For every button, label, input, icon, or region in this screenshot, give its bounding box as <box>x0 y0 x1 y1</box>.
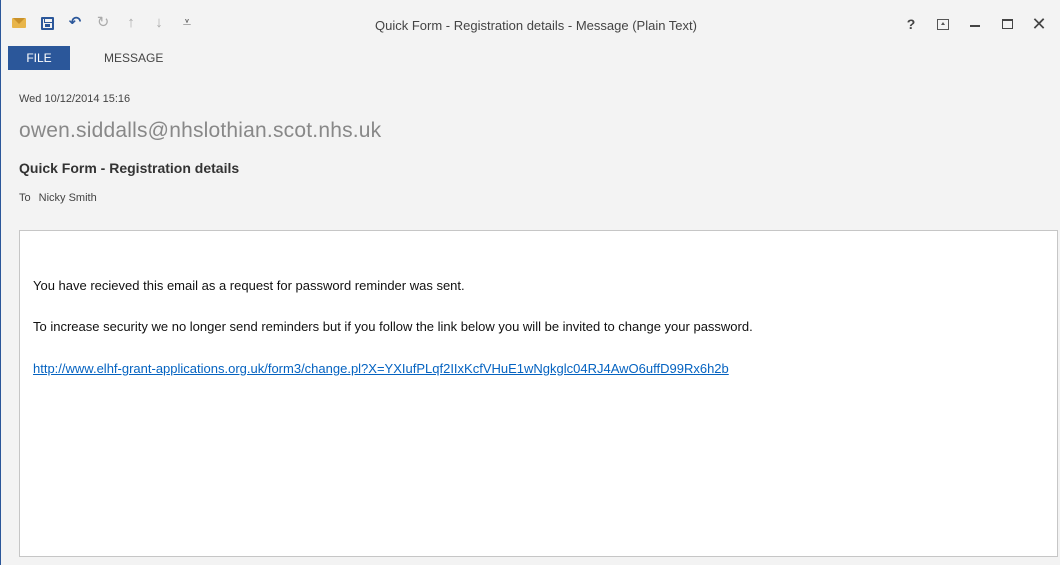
message-window: ↶ ↻ ↑ ↓ ⩡ Quick Form - Registration deta… <box>0 0 1060 565</box>
message-body[interactable]: You have recieved this email as a reques… <box>19 230 1058 557</box>
change-password-link[interactable]: http://www.elhf-grant-applications.org.u… <box>33 361 729 376</box>
minimize-icon <box>970 25 980 27</box>
sent-date: Wed 10/12/2014 15:16 <box>19 93 131 105</box>
to-label: To <box>19 192 31 204</box>
sender-address[interactable]: owen.siddalls@nhslothian.scot.nhs.uk <box>19 119 381 143</box>
body-paragraph: To increase security we no longer send r… <box>33 319 753 334</box>
maximize-icon <box>1001 19 1013 29</box>
ribbon-display-options-button[interactable] <box>927 13 959 35</box>
help-button[interactable]: ? <box>895 13 927 35</box>
tab-file[interactable]: FILE <box>8 46 70 70</box>
body-paragraph: You have recieved this email as a reques… <box>33 278 465 293</box>
ribbon-display-icon <box>937 18 949 30</box>
recipient-name[interactable]: Nicky Smith <box>39 192 97 204</box>
ribbon-tabs: FILE MESSAGE <box>1 46 1060 70</box>
tab-message[interactable]: MESSAGE <box>104 46 163 70</box>
recipients-row: To Nicky Smith <box>19 192 97 204</box>
message-subject: Quick Form - Registration details <box>19 160 240 176</box>
title-bar: ↶ ↻ ↑ ↓ ⩡ Quick Form - Registration deta… <box>1 0 1060 46</box>
close-button[interactable]: ✕ <box>1023 13 1055 35</box>
minimize-button[interactable] <box>959 13 991 35</box>
maximize-button[interactable] <box>991 13 1023 35</box>
window-controls: ? ✕ <box>895 13 1055 35</box>
